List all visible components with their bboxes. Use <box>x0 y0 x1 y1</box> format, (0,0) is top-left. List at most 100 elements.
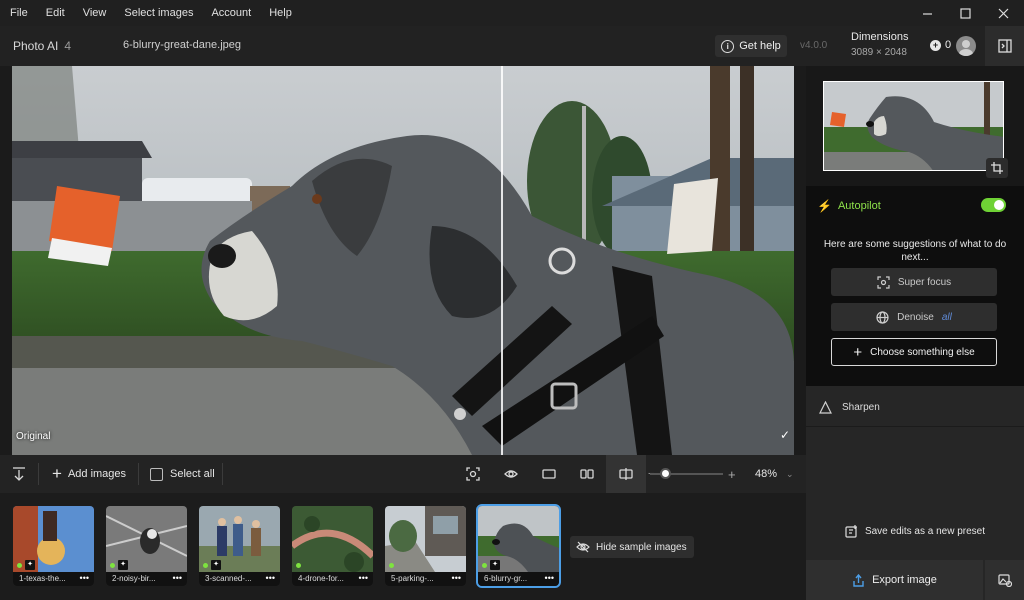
app-version-badge: 4 <box>64 39 72 53</box>
status-dot <box>296 563 301 568</box>
dog-photo <box>12 66 794 455</box>
preview-toggle-button[interactable] <box>504 455 518 493</box>
globe-icon <box>876 310 889 324</box>
autopilot-badge-icon: ✦ <box>25 560 35 570</box>
plus-icon: + <box>853 343 863 361</box>
super-focus-button[interactable]: Super focus <box>831 268 997 296</box>
navigator-preview <box>806 66 1024 186</box>
focus-icon <box>877 275 890 289</box>
toolbar-divider <box>222 463 223 485</box>
navigator-thumbnail <box>824 82 1003 170</box>
sharpen-item[interactable]: Sharpen <box>806 389 1024 427</box>
menu-select-images[interactable]: Select images <box>115 0 202 26</box>
autopilot-badge-icon: ✦ <box>490 560 500 570</box>
more-options-icon[interactable]: ••• <box>452 572 461 584</box>
status-dot <box>389 563 394 568</box>
denoise-label: Denoise <box>897 311 934 323</box>
face-recovery-button[interactable] <box>466 455 480 493</box>
credits-icon: + <box>930 39 941 51</box>
crop-icon <box>991 162 1003 174</box>
close-window-button[interactable] <box>984 0 1022 26</box>
status-dot <box>482 563 487 568</box>
choose-something-else-button[interactable]: + Choose something else <box>831 338 997 366</box>
eye-icon <box>504 470 518 478</box>
choose-something-else-label: Choose something else <box>870 346 975 358</box>
thumbnail-1[interactable]: ✦ 1-texas-the... ••• <box>13 506 94 586</box>
side-by-side-view-button[interactable] <box>580 455 594 493</box>
split-view-icon <box>619 468 633 480</box>
zoom-slider-handle[interactable] <box>660 468 671 479</box>
check-icon: ✓ <box>780 428 791 442</box>
close-icon <box>998 8 1008 18</box>
menu-file[interactable]: File <box>0 0 37 26</box>
thumbnail-strip: ✦ 1-texas-the... ••• ✦ 2-noisy-bir... ••… <box>0 493 806 600</box>
menu-account[interactable]: Account <box>202 0 260 26</box>
maximize-button[interactable] <box>946 0 984 26</box>
single-view-button[interactable] <box>542 455 556 493</box>
minimize-icon <box>922 12 932 15</box>
zoom-dropdown-chevron-icon[interactable]: ⌄ <box>786 455 794 493</box>
thumbnail-image <box>385 506 466 572</box>
zoom-in-button[interactable]: + <box>728 455 736 493</box>
add-images-label: Add images <box>67 468 127 480</box>
image-canvas[interactable]: Original ✓ <box>12 66 794 455</box>
more-options-icon[interactable]: ••• <box>80 572 89 584</box>
export-image-button[interactable]: Export image <box>806 560 983 600</box>
add-images-button[interactable]: + Add images <box>52 455 126 493</box>
get-help-label: Get help <box>739 40 781 52</box>
more-options-icon[interactable]: ••• <box>173 572 182 584</box>
get-help-button[interactable]: i Get help <box>715 35 787 57</box>
hide-sample-images-label: Hide sample images <box>596 541 687 553</box>
dimensions-value: 3089 × 2048 <box>851 47 907 58</box>
denoise-button[interactable]: Denoise all <box>831 303 997 331</box>
menu-help[interactable]: Help <box>260 0 301 26</box>
menu-view[interactable]: View <box>74 0 116 26</box>
image-settings-icon <box>997 574 1012 587</box>
right-panel: ⚡ Autopilot Here are some suggestions of… <box>806 66 1024 600</box>
toolbar-divider <box>38 463 39 485</box>
import-button[interactable] <box>12 455 26 493</box>
version-label: v4.0.0 <box>800 40 828 51</box>
status-dot <box>17 563 22 568</box>
autopilot-toggle[interactable] <box>981 198 1006 212</box>
autopilot-header: ⚡ Autopilot <box>817 199 881 213</box>
info-icon: i <box>721 39 735 53</box>
zoom-value[interactable]: 48% <box>755 455 777 493</box>
select-all-checkbox[interactable]: Select all <box>150 455 215 493</box>
more-options-icon[interactable]: ••• <box>545 572 554 584</box>
thumbnail-2[interactable]: ✦ 2-noisy-bir... ••• <box>106 506 187 586</box>
avatar[interactable] <box>956 36 976 56</box>
app-name: Photo AI <box>13 39 59 53</box>
compare-split-handle[interactable] <box>501 66 503 455</box>
crop-button[interactable] <box>986 158 1008 178</box>
autopilot-hint: Here are some suggestions of what to do … <box>823 239 1007 263</box>
autopilot-section: ⚡ Autopilot Here are some suggestions of… <box>806 186 1024 386</box>
side-by-side-icon <box>580 469 594 479</box>
toggle-panel-button[interactable] <box>985 26 1024 66</box>
autopilot-label: Autopilot <box>837 200 881 212</box>
export-image-label: Export image <box>872 574 937 586</box>
save-preset-label: Save edits as a new preset <box>864 525 986 537</box>
sharpen-label: Sharpen <box>842 402 880 413</box>
menu-edit[interactable]: Edit <box>37 0 74 26</box>
thumbnail-image <box>292 506 373 572</box>
thumbnail-5[interactable]: 5-parking-... ••• <box>385 506 466 586</box>
thumbnail-6[interactable]: ✦ 6-blurry-gr... ••• <box>476 504 561 588</box>
thumbnail-4[interactable]: 4-drone-for... ••• <box>292 506 373 586</box>
credits-counter[interactable]: + 0 <box>930 39 951 51</box>
sidebar-toggle-icon <box>997 39 1012 53</box>
hide-sample-images-button[interactable]: Hide sample images <box>570 536 694 558</box>
navigator-viewport[interactable] <box>823 81 1004 171</box>
triangle-icon <box>819 401 832 414</box>
more-options-icon[interactable]: ••• <box>359 572 368 584</box>
split-view-button[interactable] <box>606 455 646 493</box>
plus-icon: + <box>52 464 62 483</box>
thumbnail-3[interactable]: ✦ 3-scanned-... ••• <box>199 506 280 586</box>
minimize-button[interactable] <box>908 0 946 26</box>
more-options-icon[interactable]: ••• <box>266 572 275 584</box>
single-view-icon <box>542 469 556 479</box>
checkbox-icon <box>150 467 163 481</box>
export-settings-button[interactable] <box>985 560 1024 600</box>
menu-bar: File Edit View Select images Account Hel… <box>0 0 1024 26</box>
save-preset-button[interactable]: Save edits as a new preset <box>806 521 1024 541</box>
